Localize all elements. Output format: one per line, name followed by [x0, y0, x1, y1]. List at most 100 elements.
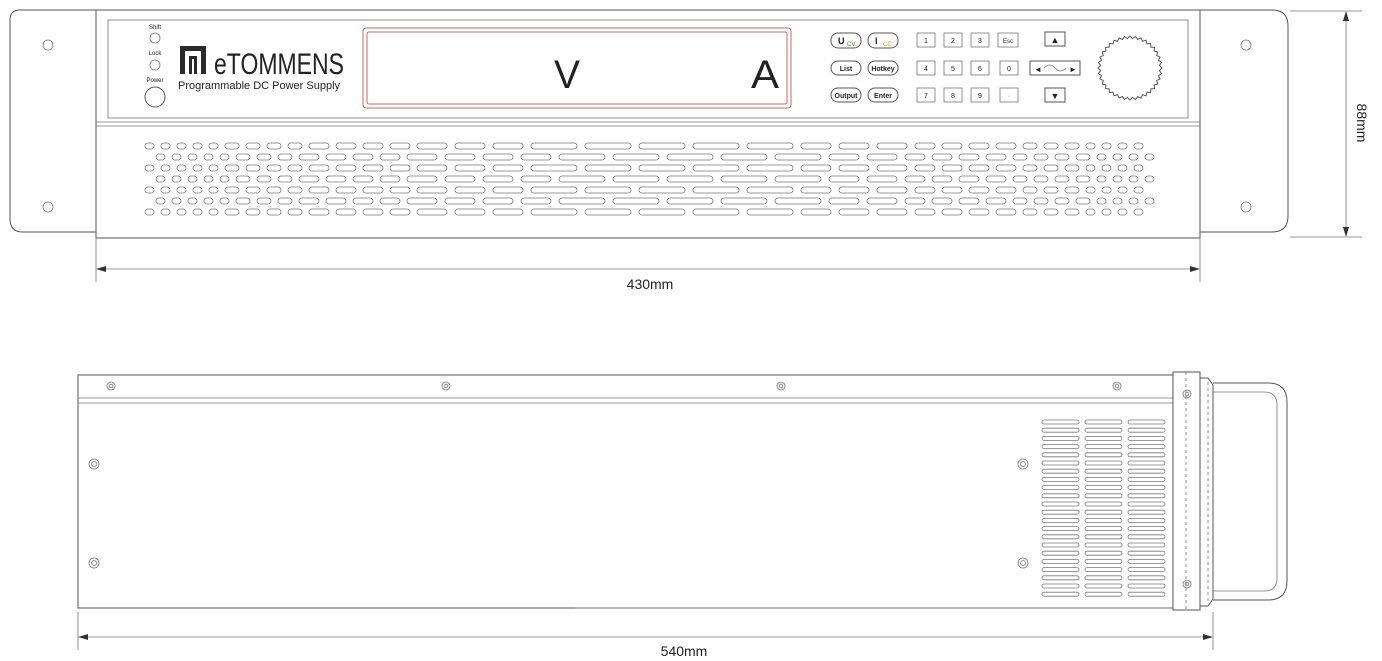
vent-slot [1043, 208, 1059, 216]
vent-slot [838, 164, 870, 172]
key-4[interactable]: 4 [916, 60, 936, 76]
vent-slot [530, 186, 578, 194]
key-esc[interactable]: Esc [997, 32, 1019, 48]
vent-slot [192, 186, 203, 194]
key-2[interactable]: 2 [943, 32, 963, 48]
side-vent-slot [1084, 485, 1123, 491]
vent-slot [256, 197, 272, 205]
vent-slot [406, 153, 438, 161]
vent-slot [666, 175, 714, 183]
hotkey-button[interactable]: Hotkey [867, 60, 899, 76]
shift-indicator [149, 32, 161, 44]
vent-slot [774, 153, 822, 161]
side-vent-slot [1084, 591, 1123, 597]
vent-slot [1128, 175, 1139, 183]
vent-slot [985, 175, 1007, 183]
up-arrow-button[interactable]: ▲ [1044, 31, 1066, 47]
key-7[interactable]: 7 [916, 87, 936, 103]
key-3[interactable]: 3 [970, 32, 990, 48]
vent-slot [308, 208, 330, 216]
side-vent-slot [1084, 518, 1123, 523]
vent-slot [558, 153, 606, 161]
list-button[interactable]: List [830, 60, 862, 76]
svg-text:3: 3 [978, 38, 982, 45]
vent-slot [941, 208, 963, 216]
vent-slot [931, 175, 953, 183]
side-vent-slot [1127, 583, 1166, 589]
side-vent-slot [1084, 559, 1123, 564]
vent-slot [176, 142, 187, 150]
key-9[interactable]: 9 [970, 87, 990, 103]
key-dot[interactable]: · [999, 87, 1019, 103]
vent-slot [1096, 197, 1107, 205]
front-vent-grille [144, 142, 1155, 216]
left-right-arrow-button[interactable]: ◄ ► [1029, 60, 1081, 76]
side-vent-slot [1041, 509, 1080, 515]
left-arrow-icon: ◄ [1034, 65, 1042, 74]
brand-name: eTOMMENS [214, 48, 344, 81]
vent-slot [1117, 208, 1128, 216]
svg-text:Esc: Esc [1003, 39, 1013, 45]
side-vent-slot [1127, 452, 1166, 458]
vent-slot [203, 153, 214, 161]
vent-slot [1064, 208, 1080, 216]
left-top-mount-hole [42, 39, 54, 51]
side-vent-slot [1084, 567, 1123, 572]
i-cc-button[interactable]: I CC [867, 32, 899, 49]
vent-slot [1096, 153, 1107, 161]
vent-slot [931, 153, 953, 161]
down-arrow-button[interactable]: ▼ [1044, 87, 1066, 103]
key-8[interactable]: 8 [943, 87, 963, 103]
vent-slot [800, 142, 832, 150]
vent-slot [492, 208, 524, 216]
handle-base [1200, 377, 1214, 607]
side-vent-slot [1127, 567, 1166, 572]
vent-slot [155, 175, 166, 183]
height-dimension-label: 88mm [1354, 104, 1370, 143]
vent-slot [1117, 186, 1128, 194]
vent-slot [828, 197, 860, 205]
vent-slot [352, 153, 374, 161]
vent-slot [245, 142, 261, 150]
vent-slot [245, 208, 261, 216]
svg-text:List: List [840, 66, 853, 73]
key-0[interactable]: 0 [999, 60, 1019, 76]
width-dimension-label: 430mm [627, 276, 674, 292]
height-arrow-top-icon [1343, 11, 1349, 21]
svg-text:1: 1 [924, 38, 928, 45]
vent-slot [1101, 142, 1112, 150]
u-cv-button[interactable]: U CV [830, 32, 862, 49]
output-button[interactable]: Output [830, 87, 862, 103]
vent-slot [904, 175, 926, 183]
power-button[interactable] [144, 86, 166, 108]
vent-slot [482, 153, 514, 161]
vent-slot [995, 208, 1017, 216]
svg-text:Output: Output [835, 93, 859, 100]
svg-text:7: 7 [924, 93, 928, 100]
side-screw [88, 557, 100, 569]
side-vent-slot [1084, 427, 1123, 433]
key-5[interactable]: 5 [943, 60, 963, 76]
key-6[interactable]: 6 [970, 60, 990, 76]
rotary-knob[interactable] [1097, 35, 1163, 101]
side-vent-slot [1041, 583, 1080, 589]
vent-slot [1144, 153, 1155, 161]
side-vent-slot [1127, 460, 1166, 466]
enter-button[interactable]: Enter [867, 87, 899, 103]
vent-slot [914, 142, 936, 150]
vent-slot [454, 164, 486, 172]
carry-handle[interactable] [1213, 382, 1288, 601]
vent-slot [266, 164, 282, 172]
side-screw [1017, 557, 1029, 569]
key-1[interactable]: 1 [916, 32, 936, 48]
brand-tagline: Programmable DC Power Supply [178, 80, 341, 92]
vent-slot [325, 175, 347, 183]
side-vent-slot [1127, 468, 1166, 474]
vent-slot [558, 175, 606, 183]
vent-slot [1128, 197, 1139, 205]
vent-slot [958, 175, 980, 183]
vent-slot [1043, 164, 1059, 172]
vent-slot [1022, 164, 1038, 172]
vent-slot [224, 186, 240, 194]
vent-slot [828, 175, 860, 183]
